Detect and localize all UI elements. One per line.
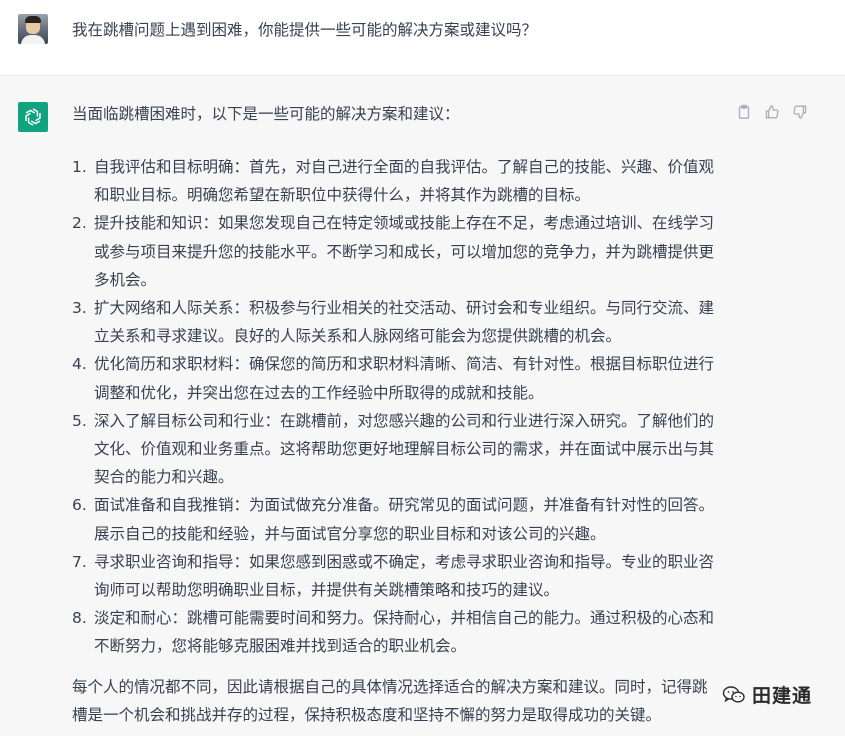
list-item-number: 3. <box>72 299 87 318</box>
response-intro: 当面临跳槽困难时，以下是一些可能的解决方案和建议： <box>72 105 460 123</box>
list-item-number: 6. <box>72 496 87 515</box>
list-item-text: 提升技能和知识：如果您发现自己在特定领域或技能上存在不足，考虑通过培训、在线学习… <box>94 214 715 289</box>
list-item-text: 寻求职业咨询和指导：如果您感到困惑或不确定，考虑寻求职业咨询和指导。专业的职业咨… <box>94 552 715 600</box>
wechat-icon <box>722 685 745 703</box>
assistant-message-content: 当面临跳槽困难时，以下是一些可能的解决方案和建议： 1. 自我评估和目标明确：首先… <box>72 103 722 661</box>
suggestion-list: 1. 自我评估和目标明确：首先，对自己进行全面的自我评估。了解自己的技能、兴趣、价… <box>72 153 722 661</box>
list-item-number: 4. <box>72 355 87 374</box>
assistant-message-row: 当面临跳槽困难时，以下是一些可能的解决方案和建议： 1. 自我评估和目标明确：首先… <box>0 77 845 736</box>
message-actions <box>736 104 808 120</box>
list-item: 1. 自我评估和目标明确：首先，对自己进行全面的自我评估。了解自己的技能、兴趣、价… <box>72 153 722 209</box>
list-item: 3. 扩大网络和人际关系：积极参与行业相关的社交活动、研讨会和专业组织。与同行交流… <box>72 294 722 350</box>
thumbs-up-icon[interactable] <box>764 104 780 120</box>
user-message-row: 我在跳槽问题上遇到困难，你能提供一些可能的解决方案或建议吗？ <box>0 0 845 76</box>
list-item-number: 1. <box>72 158 87 176</box>
thumbs-down-icon[interactable] <box>792 104 808 120</box>
user-message-text: 我在跳槽问题上遇到困难，你能提供一些可能的解决方案或建议吗？ <box>72 21 538 39</box>
chatgpt-logo-icon <box>18 102 48 132</box>
list-item-number: 5. <box>72 411 87 430</box>
watermark-text: 田建通 <box>752 685 813 707</box>
list-item: 2. 提升技能和知识：如果您发现自己在特定领域或技能上存在不足，考虑通过培训、在线… <box>72 209 722 294</box>
list-item: 7. 寻求职业咨询和指导：如果您感到困惑或不确定，考虑寻求职业咨询和指导。专业的职… <box>72 548 722 604</box>
list-item: 5. 深入了解目标公司和行业：在跳槽前，对您感兴趣的公司和行业进行深入研究。了解他… <box>72 407 722 492</box>
list-item: 4. 优化简历和求职材料：确保您的简历和求职材料清晰、简洁、有针对性。根据目标职位… <box>72 350 722 406</box>
list-item: 8. 淡定和耐心：跳槽可能需要时间和努力。保持耐心，并相信自己的能力。通过积极的心… <box>72 604 722 660</box>
list-item-text: 优化简历和求职材料：确保您的简历和求职材料清晰、简洁、有针对性。根据目标职位进行… <box>94 355 715 402</box>
list-item-number: 2. <box>72 214 87 233</box>
list-item-text: 自我评估和目标明确：首先，对自己进行全面的自我评估。了解自己的技能、兴趣、价值观… <box>94 158 715 205</box>
user-avatar <box>18 14 48 44</box>
watermark: 田建通 <box>722 681 812 708</box>
list-item: 6. 面试准备和自我推销：为面试做充分准备。研究常见的面试问题，并准备有针对性的回… <box>72 491 722 547</box>
list-item-text: 淡定和耐心：跳槽可能需要时间和努力。保持耐心，并相信自己的能力。通过积极的心态和… <box>94 609 715 656</box>
list-item-text: 面试准备和自我推销：为面试做充分准备。研究常见的面试问题，并准备有针对性的回答。… <box>94 496 715 543</box>
list-item-number: 7. <box>72 552 87 571</box>
list-item-text: 深入了解目标公司和行业：在跳槽前，对您感兴趣的公司和行业进行深入研究。了解他们的… <box>94 411 715 487</box>
list-item-text: 扩大网络和人际关系：积极参与行业相关的社交活动、研讨会和专业组织。与同行交流、建… <box>94 299 715 346</box>
clipboard-icon[interactable] <box>736 104 752 120</box>
response-outro: 每个人的情况都不同，因此请根据自己的具体情况选择适合的解决方案和建议。同时，记得… <box>72 678 708 725</box>
list-item-number: 8. <box>72 609 87 628</box>
